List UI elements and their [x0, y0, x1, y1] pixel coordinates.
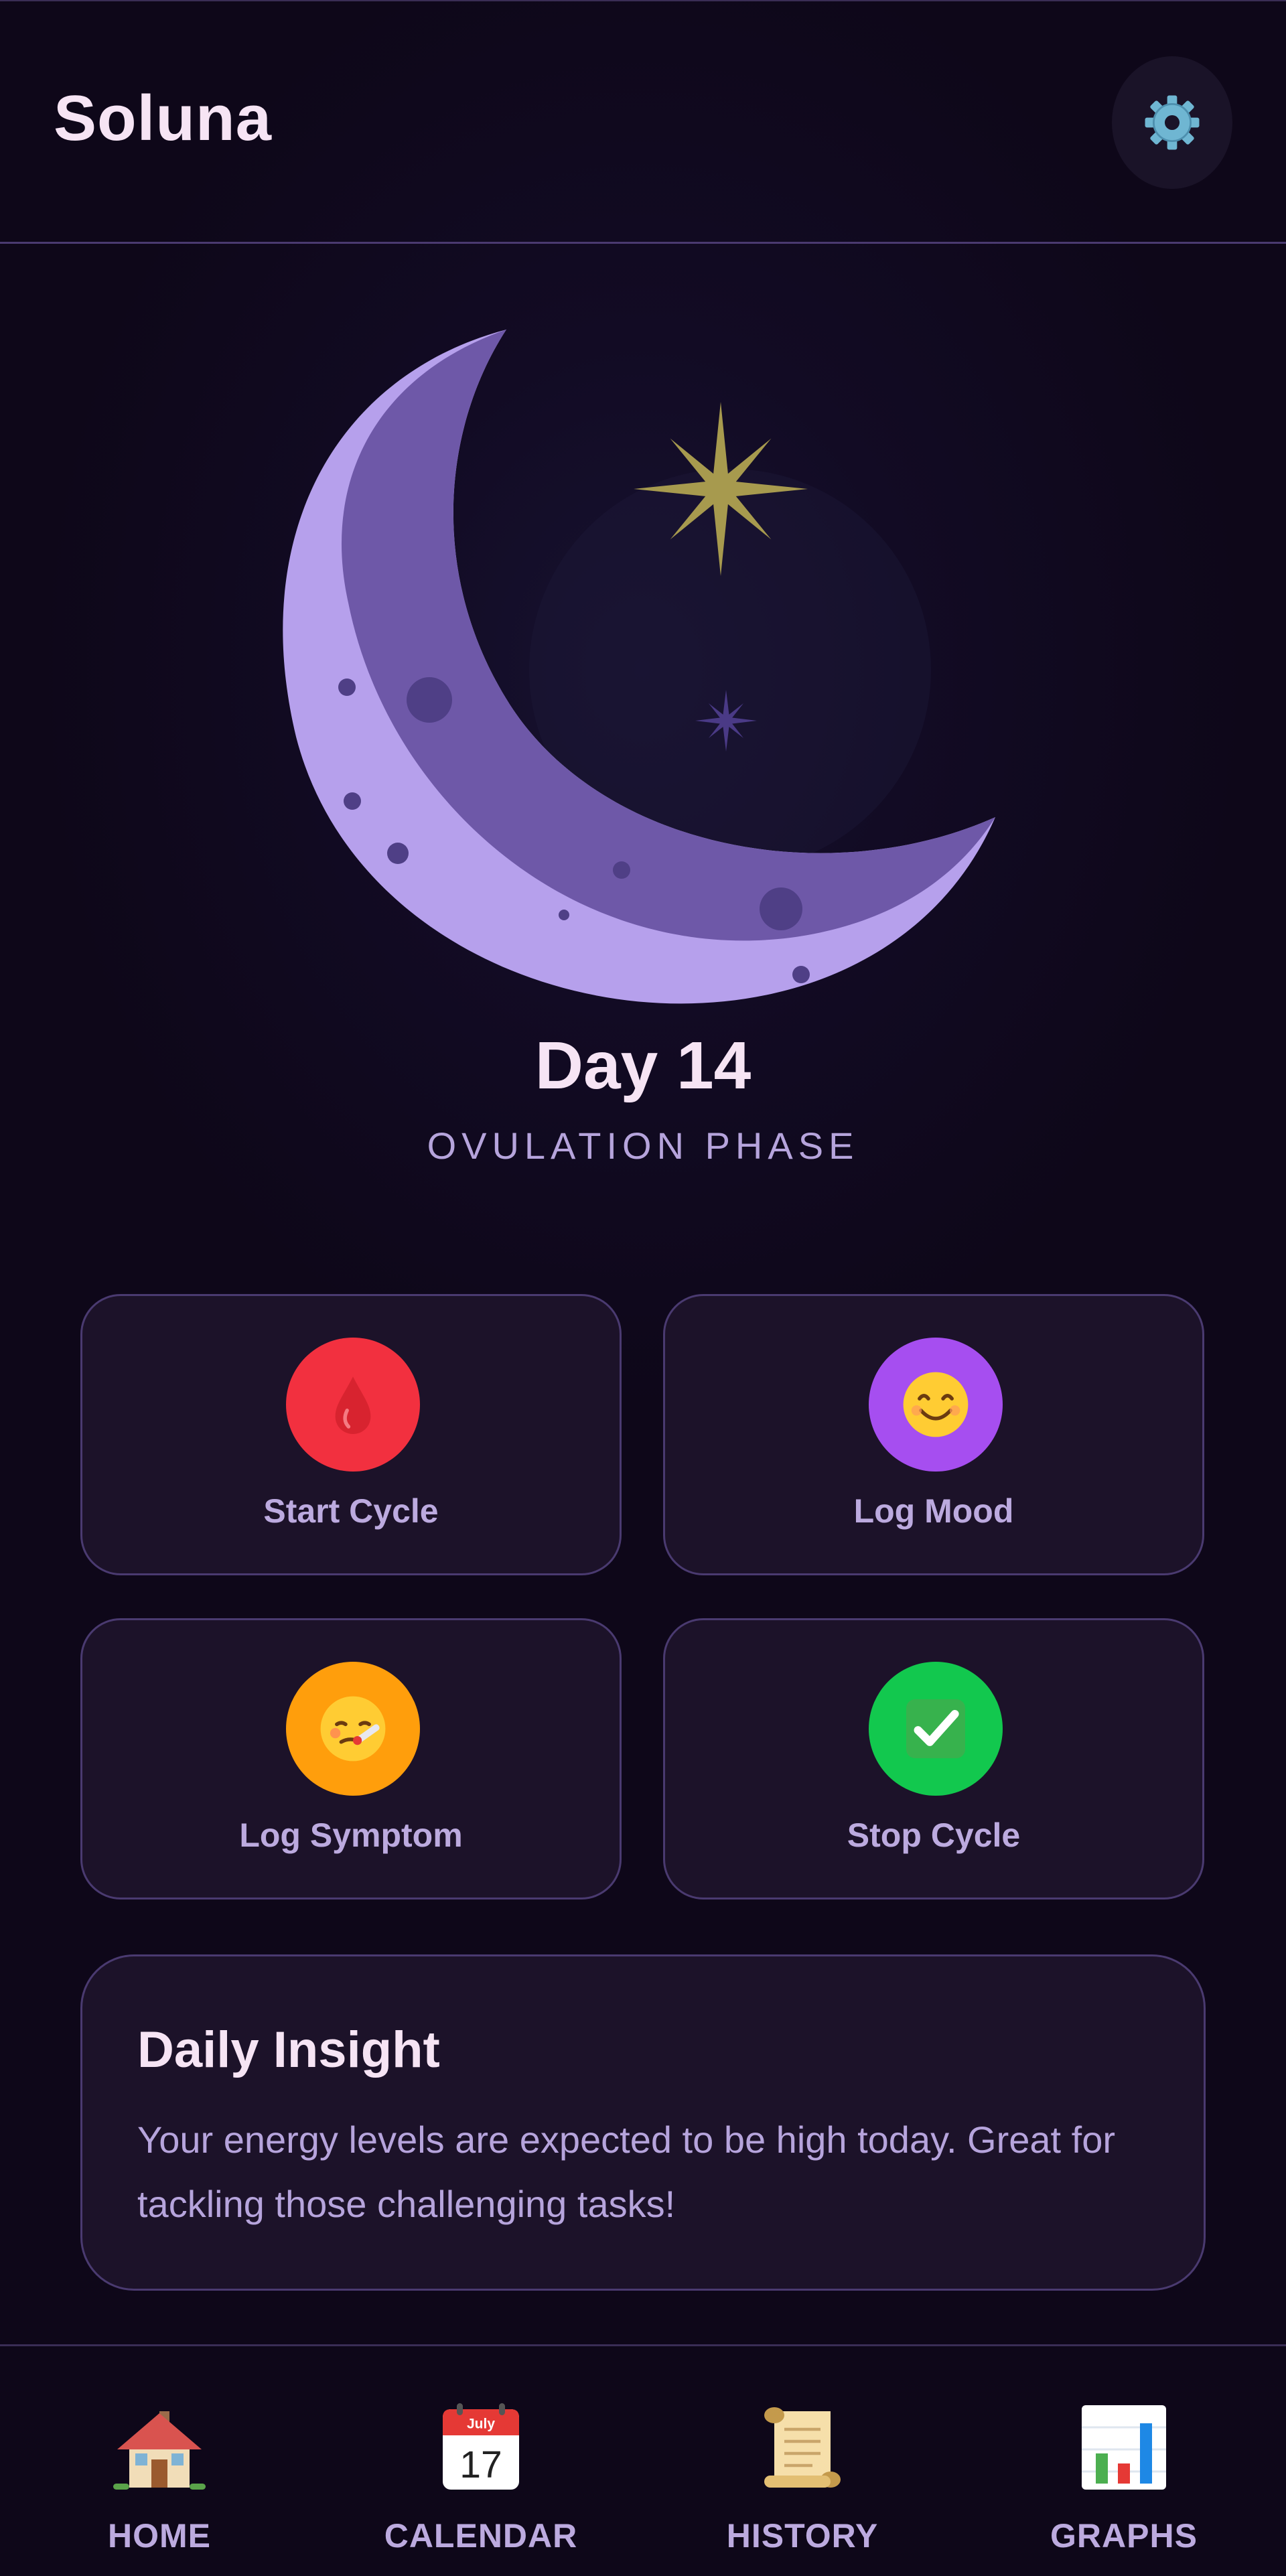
stop-cycle-icon-circle	[869, 1662, 1003, 1796]
nav-history-label: HISTORY	[726, 2517, 879, 2555]
insight-title: Daily Insight	[137, 2021, 440, 2078]
bar-chart-icon	[1082, 2405, 1166, 2490]
insight-body: Your energy levels are expected to be hi…	[137, 2119, 1116, 2225]
bottom-navigation: HOME July 17 CALENDAR HISTORY GRAPHS	[0, 2344, 1286, 2576]
app-title: Soluna	[54, 82, 273, 154]
stop-cycle-label: Stop Cycle	[847, 1816, 1021, 1854]
start-cycle-label: Start Cycle	[263, 1492, 439, 1530]
app-header: Soluna	[0, 0, 1286, 244]
log-symptom-button[interactable]: Log Symptom	[80, 1618, 622, 1900]
blood-drop-icon	[335, 1376, 371, 1434]
log-mood-button[interactable]: Log Mood	[663, 1294, 1204, 1575]
log-symptom-label: Log Symptom	[239, 1816, 463, 1854]
nav-graphs[interactable]: GRAPHS	[983, 2346, 1265, 2576]
calendar-month: July	[467, 2417, 495, 2432]
scroll-icon	[764, 2407, 841, 2488]
calendar-icon: July 17	[443, 2403, 519, 2490]
sick-face-thermometer-icon	[320, 1696, 386, 1762]
calendar-day: 17	[459, 2443, 502, 2486]
nav-graphs-label: GRAPHS	[1050, 2517, 1198, 2555]
check-mark-icon	[906, 1699, 965, 1758]
nav-home[interactable]: HOME	[19, 2346, 300, 2576]
settings-button[interactable]	[1112, 56, 1232, 189]
house-icon	[113, 2411, 206, 2490]
start-cycle-icon-circle	[286, 1338, 420, 1472]
crescent-moon-illustration	[283, 330, 995, 1004]
start-cycle-button[interactable]: Start Cycle	[80, 1294, 622, 1575]
cycle-day: Day 14	[534, 1028, 752, 1103]
daily-insight-card: Daily Insight Your energy levels are exp…	[80, 1954, 1206, 2291]
log-symptom-icon-circle	[286, 1662, 420, 1796]
nav-calendar-label: CALENDAR	[384, 2517, 578, 2555]
smiley-face-icon	[903, 1372, 969, 1437]
gear-icon	[1145, 95, 1200, 150]
nav-history[interactable]: HISTORY	[662, 2346, 943, 2576]
log-mood-label: Log Mood	[853, 1492, 1014, 1530]
nav-calendar[interactable]: July 17 CALENDAR	[340, 2346, 622, 2576]
nav-home-label: HOME	[108, 2517, 211, 2555]
app-screen: Soluna Day 14 OVULATION PHASE Start Cycl…	[0, 0, 1286, 2576]
log-mood-icon-circle	[869, 1338, 1003, 1472]
cycle-phase: OVULATION PHASE	[427, 1125, 859, 1167]
cycle-hero: Day 14 OVULATION PHASE	[0, 244, 1286, 1168]
stop-cycle-button[interactable]: Stop Cycle	[663, 1618, 1204, 1900]
